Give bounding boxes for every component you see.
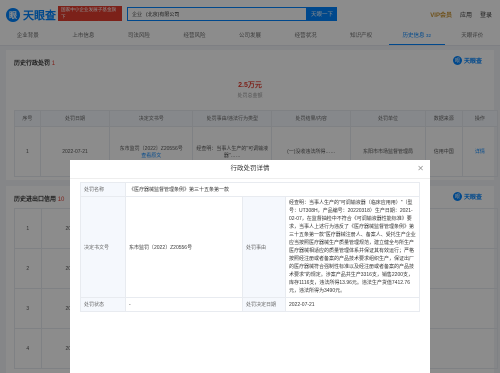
modal-title: 行政处罚详情 (70, 160, 430, 179)
status-label: 处罚状态 (80, 297, 126, 312)
status-value: - (125, 297, 243, 312)
reason-value: 经查明：当事人生产的"可调输液器（临床应用用）"（型号：UT308H，产品编号：… (285, 196, 420, 298)
detail-row: 处罚名称 《医疗器械监督管理条例》第三十五条第一款 (80, 182, 420, 197)
detail-table: 处罚名称 《医疗器械监督管理条例》第三十五条第一款 决定书文号 东市监罚〔202… (80, 182, 420, 312)
decision-date-label: 处罚决定日期 (242, 297, 286, 312)
penalty-detail-modal: 行政处罚详情 ✕ 处罚名称 《医疗器械监督管理条例》第三十五条第一款 决定书文号… (70, 160, 430, 373)
detail-row: 处罚状态 - 处罚决定日期 2022-07-21 (80, 297, 420, 312)
name-label: 处罚名称 (80, 182, 126, 197)
name-value: 《医疗器械监督管理条例》第三十五条第一款 (125, 182, 420, 197)
reason-label: 处罚事由 (242, 196, 286, 298)
decision-date-value: 2022-07-21 (285, 297, 420, 312)
detail-row: 决定书文号 东市监罚〔2022〕Z20556号 处罚事由 经查明：当事人生产的"… (80, 196, 420, 298)
doc-label: 决定书文号 (80, 196, 126, 298)
doc-value: 东市监罚〔2022〕Z20556号 (125, 196, 243, 298)
close-icon[interactable]: ✕ (417, 164, 424, 173)
